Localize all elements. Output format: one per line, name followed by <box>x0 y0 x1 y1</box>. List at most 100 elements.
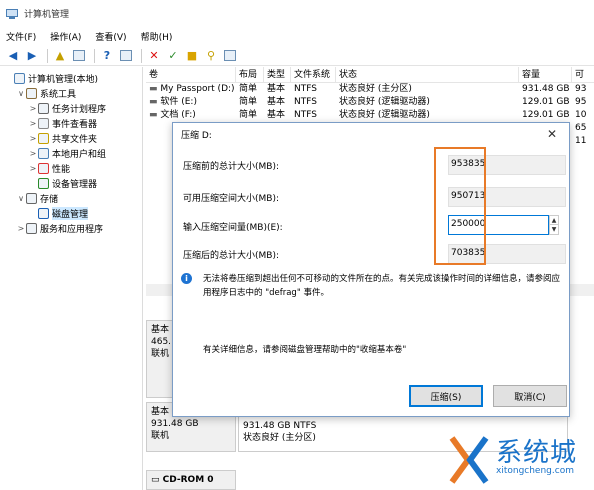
tree-item[interactable]: > 本地用户和组 <box>0 146 142 161</box>
up-icon[interactable]: ▲ <box>52 48 68 64</box>
shrink-button[interactable]: 压缩(S) <box>409 385 483 407</box>
table-cell: 65 <box>575 123 587 133</box>
field-shrink-amount: 输入压缩空间量(MB)(E): 250000 ▲ ▼ <box>183 214 563 238</box>
toolbar-separator <box>141 48 142 63</box>
delete-icon[interactable]: ✕ <box>146 48 162 64</box>
disk-2-status: 联机 <box>151 431 170 441</box>
search-icon[interactable]: ⚲ <box>203 48 219 64</box>
column-filesystem[interactable]: 文件系统 <box>291 67 336 82</box>
tree-item-icon <box>38 148 49 159</box>
tree-item-icon <box>26 223 37 234</box>
table-cell: ▬ 软件 (E:) <box>146 96 236 109</box>
view-icon[interactable] <box>118 48 134 64</box>
tree-item-icon <box>38 103 49 114</box>
volume-name: My Passport (D:) <box>160 84 235 94</box>
highlight-box <box>434 147 486 265</box>
column-volume[interactable]: 卷 <box>146 67 236 82</box>
tree-item[interactable]: 设备管理器 <box>0 176 142 191</box>
tree-item[interactable]: ∨ 存储 <box>0 191 142 206</box>
folder-icon[interactable]: ■ <box>184 48 200 64</box>
partition-size: 931.48 GB NTFS <box>243 421 317 431</box>
help-icon[interactable]: ? <box>99 48 115 64</box>
menu-file[interactable]: 文件(F) <box>6 30 36 43</box>
chevron-right-icon[interactable]: > <box>28 149 38 158</box>
column-status[interactable]: 状态 <box>336 67 519 82</box>
volume-icon: ▬ <box>149 84 161 94</box>
check-icon[interactable]: ✓ <box>165 48 181 64</box>
toolbar: ◀ ▶ ▲ ? ✕ ✓ ■ ⚲ <box>0 46 594 66</box>
info-icon: i <box>181 273 192 284</box>
toolbar-separator <box>47 48 48 63</box>
tree-item[interactable]: > 性能 <box>0 161 142 176</box>
table-cell: 状态良好 (逻辑驱动器) <box>339 110 430 120</box>
cdrom-info[interactable]: ▭ CD-ROM 0 <box>146 470 236 490</box>
table-cell: 简单 <box>239 97 258 107</box>
watermark-url: xitongcheng.com <box>496 466 574 476</box>
tree-item-label: 共享文件夹 <box>52 135 98 145</box>
column-type[interactable]: 类型 <box>264 67 291 82</box>
forward-icon[interactable]: ▶ <box>24 48 40 64</box>
menu-bar: 文件(F) 操作(A) 查看(V) 帮助(H) <box>0 27 594 46</box>
chevron-down-icon[interactable]: ∨ <box>16 89 26 98</box>
field-total-after-label: 压缩后的总计大小(MB): <box>183 251 279 261</box>
watermark-logo-icon <box>449 436 489 484</box>
menu-view[interactable]: 查看(V) <box>95 30 126 43</box>
tree-item-icon <box>26 88 37 99</box>
chevron-down-icon[interactable]: ∨ <box>16 194 26 203</box>
spin-down-icon[interactable]: ▼ <box>550 225 558 234</box>
computer-management-icon <box>6 8 19 20</box>
chevron-right-icon[interactable]: > <box>28 134 38 143</box>
chevron-right-icon[interactable]: > <box>28 104 38 113</box>
tree-item[interactable]: > 事件查看器 <box>0 116 142 131</box>
tree-item[interactable]: ∨ 系统工具 <box>0 86 142 101</box>
tree-item-icon <box>26 193 37 204</box>
tree-item[interactable]: > 服务和应用程序 <box>0 221 142 236</box>
column-capacity[interactable]: 容量 <box>519 67 572 82</box>
tree-item[interactable]: > 共享文件夹 <box>0 131 142 146</box>
list-icon[interactable] <box>222 48 238 64</box>
field-shrink-amount-label: 输入压缩空间量(MB)(E): <box>183 223 283 233</box>
table-row[interactable]: ▬ 软件 (E:) 简单 基本 NTFS 状态良好 (逻辑驱动器) 129.01 GB 95 <box>146 96 594 109</box>
field-total-before: 压缩前的总计大小(MB): 953835 <box>183 153 566 177</box>
tree-item-icon <box>38 163 49 174</box>
tree-item-label: 设备管理器 <box>52 180 98 190</box>
table-cell: 129.01 GB <box>522 110 570 120</box>
dialog-title: 压缩 D: <box>181 130 212 141</box>
tree-item-icon <box>38 118 49 129</box>
volume-name: 文档 (F:) <box>160 110 196 120</box>
close-icon[interactable]: ✕ <box>547 127 557 141</box>
menu-action[interactable]: 操作(A) <box>50 30 81 43</box>
field-total-before-label: 压缩前的总计大小(MB): <box>183 162 279 172</box>
tree-item-label: 计算机管理(本地) <box>28 75 99 85</box>
table-cell: 基本 <box>267 97 286 107</box>
back-icon[interactable]: ◀ <box>5 48 21 64</box>
title-bar: 计算机管理 <box>0 0 594 27</box>
cancel-button[interactable]: 取消(C) <box>493 385 567 407</box>
tree-item[interactable]: 计算机管理(本地) <box>0 71 142 86</box>
chevron-right-icon[interactable]: > <box>28 164 38 173</box>
tree-item-label: 服务和应用程序 <box>40 225 104 235</box>
table-cell: 95 <box>575 97 587 107</box>
shrink-amount-spinner[interactable]: ▲ ▼ <box>549 215 559 235</box>
tree-item[interactable]: 磁盘管理 <box>0 206 142 221</box>
table-row[interactable]: ▬ 文档 (F:) 简单 基本 NTFS 状态良好 (逻辑驱动器) 129.01 GB 10 <box>146 109 594 122</box>
chevron-right-icon[interactable]: > <box>16 224 26 233</box>
tree-item-label: 系统工具 <box>40 90 77 100</box>
disk-2-size: 931.48 GB <box>151 419 199 429</box>
table-row[interactable]: ▬ My Passport (D:) 简单 基本 NTFS 状态良好 (主分区) 931.… <box>146 83 594 96</box>
table-cell: ▬ 文档 (F:) <box>146 109 236 122</box>
table-cell: 简单 <box>239 84 258 94</box>
table-cell: NTFS <box>294 97 317 107</box>
tree-item-icon <box>38 133 49 144</box>
field-available: 可用压缩空间大小(MB): 950713 <box>183 185 566 209</box>
toolbar-separator <box>94 48 95 63</box>
chevron-right-icon[interactable]: > <box>28 119 38 128</box>
column-free[interactable]: 可 <box>572 67 594 82</box>
spin-up-icon[interactable]: ▲ <box>550 216 558 225</box>
column-layout[interactable]: 布局 <box>236 67 264 82</box>
properties-icon[interactable] <box>71 48 87 64</box>
tree-item[interactable]: > 任务计划程序 <box>0 101 142 116</box>
navigation-tree: 计算机管理(本地) ∨ 系统工具 > 任务计划程序 > 事件查看器 > 共享文件夹 > 本地用户和组… <box>0 67 143 490</box>
menu-help[interactable]: 帮助(H) <box>141 30 173 43</box>
field-total-after: 压缩后的总计大小(MB): 703835 <box>183 242 566 266</box>
